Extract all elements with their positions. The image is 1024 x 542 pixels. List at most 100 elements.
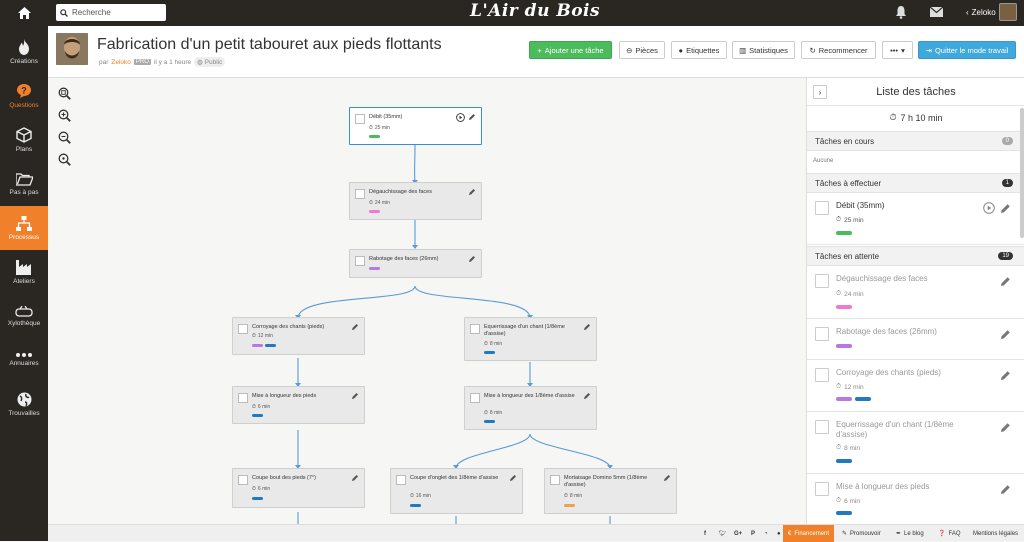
zoom-out-icon[interactable] [56, 129, 72, 145]
blog-link[interactable]: ✒Le blog [896, 525, 924, 542]
pencil-icon[interactable] [351, 323, 359, 331]
sidebar-item-trouvailles[interactable]: Trouvailles [0, 382, 48, 426]
process-node[interactable]: Mise à longueur des 1/8ème d'assise ⏱8 m… [464, 386, 597, 430]
process-canvas[interactable]: Débit (35mm) ⏱25 min Dégauchissage des f… [48, 78, 806, 524]
task-item[interactable]: Rabotage des faces (26mm) [807, 319, 1024, 360]
task-item[interactable]: Corroyage des chants (pieds) ⏱12 min [807, 360, 1024, 412]
process-node[interactable]: Mise à longueur des pieds ⏱6 min [232, 386, 365, 424]
legal-link[interactable]: Mentions légales [973, 525, 1018, 542]
pencil-icon[interactable] [468, 113, 476, 121]
sidebar-item-annuaires[interactable]: Annuaires [0, 338, 48, 382]
task-checkbox[interactable] [815, 368, 829, 382]
node-checkbox[interactable] [238, 324, 248, 334]
task-checkbox[interactable] [815, 201, 829, 215]
section-todo[interactable]: Tâches à effectuer 1 [807, 173, 1024, 193]
node-checkbox[interactable] [355, 256, 365, 266]
section-in-progress[interactable]: Tâches en cours 0 [807, 131, 1024, 151]
task-time: ⏱24 min [836, 290, 864, 298]
pencil-icon[interactable] [583, 392, 591, 400]
task-checkbox[interactable] [815, 274, 829, 288]
process-node[interactable]: Rabotage des faces (26mm) [349, 249, 482, 278]
node-checkbox[interactable] [355, 189, 365, 199]
tags-button[interactable]: ●Etiquettes [671, 41, 727, 59]
sidebar-item-xylotheque[interactable]: Xylothèque [0, 294, 48, 338]
process-node[interactable]: Corroyage des chants (pieds) ⏱12 min [232, 317, 365, 355]
sidebar-item-ateliers[interactable]: Ateliers [0, 250, 48, 294]
task-checkbox[interactable] [815, 327, 829, 341]
add-task-button[interactable]: +Ajouter une tâche [529, 41, 612, 59]
faq-link[interactable]: ❓FAQ [938, 525, 961, 542]
pinterest-icon[interactable]: P [751, 525, 755, 542]
home-icon[interactable] [0, 0, 48, 26]
pencil-icon[interactable] [351, 392, 359, 400]
zoom-in-icon[interactable] [56, 107, 72, 123]
author-link[interactable]: Zeloko [111, 59, 131, 66]
task-item[interactable]: Dégauchissage des faces ⏱24 min [807, 266, 1024, 319]
section-waiting[interactable]: Tâches en attente 19 [807, 246, 1024, 266]
task-checkbox[interactable] [815, 482, 829, 496]
pencil-icon[interactable] [663, 474, 671, 482]
financement-link[interactable]: €Financement [783, 525, 834, 542]
pencil-icon[interactable] [1000, 422, 1011, 433]
twitter-icon[interactable]: 🐦︎ [719, 525, 727, 542]
stopwatch-icon: ⏱ [252, 404, 256, 410]
pencil-icon[interactable] [468, 255, 476, 263]
sidebar-item-creations[interactable]: Créations [0, 30, 48, 74]
facebook-icon[interactable]: f [704, 525, 706, 542]
pencil-icon[interactable] [1000, 329, 1011, 340]
play-icon[interactable] [983, 202, 995, 214]
more-button[interactable]: •••▾ [882, 41, 913, 59]
scrollbar[interactable] [1020, 108, 1024, 238]
sidebar-item-pas-a-pas[interactable]: Pas à pas [0, 162, 48, 206]
sidebar-item-questions[interactable]: ? Questions [0, 74, 48, 118]
site-logo[interactable]: L'Air du Bois [470, 1, 600, 21]
quit-work-mode-button[interactable]: ⇥Quitter le mode travail [918, 41, 1016, 59]
process-node[interactable]: Coupe bout des pieds (7°) ⏱6 min [232, 468, 365, 508]
process-node[interactable]: Coupe d'onglet des 1/8ème d'assise ⏱16 m… [390, 468, 523, 514]
process-node[interactable]: Dégauchissage des faces ⏱24 min [349, 182, 482, 220]
pencil-icon[interactable] [1000, 276, 1011, 287]
task-item[interactable]: Débit (35mm) ⏱25 min [807, 193, 1024, 245]
sidebar-item-plans[interactable]: Plans [0, 118, 48, 162]
play-icon[interactable] [456, 113, 465, 122]
node-checkbox[interactable] [470, 324, 480, 334]
parts-button[interactable]: ⊖Pièces [619, 41, 665, 59]
node-time: ⏱25 min [369, 125, 390, 131]
zoom-fit-icon[interactable] [56, 85, 72, 101]
process-node[interactable]: Débit (35mm) ⏱25 min [349, 107, 482, 145]
process-node[interactable]: Equerrissage d'un chant (1/8ème d'assise… [464, 317, 597, 361]
project-author-avatar[interactable] [56, 33, 88, 65]
task-item[interactable]: Equerrissage d'un chant (1/8ème d'assise… [807, 412, 1024, 474]
github-icon[interactable]: ● [777, 525, 781, 542]
bell-icon[interactable] [895, 5, 907, 19]
task-checkbox[interactable] [815, 420, 829, 434]
pencil-icon[interactable] [1000, 484, 1011, 495]
node-checkbox[interactable] [470, 393, 480, 403]
zoom-reset-icon[interactable] [56, 151, 72, 167]
avatar [999, 3, 1017, 21]
node-name: Mise à longueur des pieds [252, 393, 347, 400]
user-menu[interactable]: ‹ Zeloko [966, 3, 1017, 21]
pencil-icon[interactable] [468, 188, 476, 196]
search-input[interactable]: Recherche [56, 4, 166, 21]
node-checkbox[interactable] [550, 475, 560, 485]
rss-icon[interactable]: ◔ [764, 525, 768, 542]
task-time: ⏱25 min [836, 216, 864, 224]
pencil-icon[interactable] [583, 323, 591, 331]
stats-button[interactable]: ▥Statistiques [732, 41, 795, 59]
pencil-icon[interactable] [1000, 370, 1011, 381]
pencil-icon[interactable] [509, 474, 517, 482]
google-plus-icon[interactable]: G+ [734, 525, 742, 542]
process-node[interactable]: Mortaisage Domino 5mm (1/8ème d'assise) … [544, 468, 677, 514]
node-checkbox[interactable] [238, 393, 248, 403]
node-checkbox[interactable] [355, 114, 365, 124]
mail-icon[interactable] [930, 7, 943, 17]
restart-button[interactable]: ↻Recommencer [801, 41, 876, 59]
promouvoir-link[interactable]: ✎Promouvoir [842, 525, 881, 542]
sidebar-item-processus[interactable]: Processus [0, 206, 48, 250]
task-item[interactable]: Mise à longueur des pieds ⏱6 min [807, 474, 1024, 524]
node-checkbox[interactable] [396, 475, 406, 485]
node-checkbox[interactable] [238, 475, 248, 485]
pencil-icon[interactable] [1000, 203, 1011, 214]
pencil-icon[interactable] [351, 474, 359, 482]
